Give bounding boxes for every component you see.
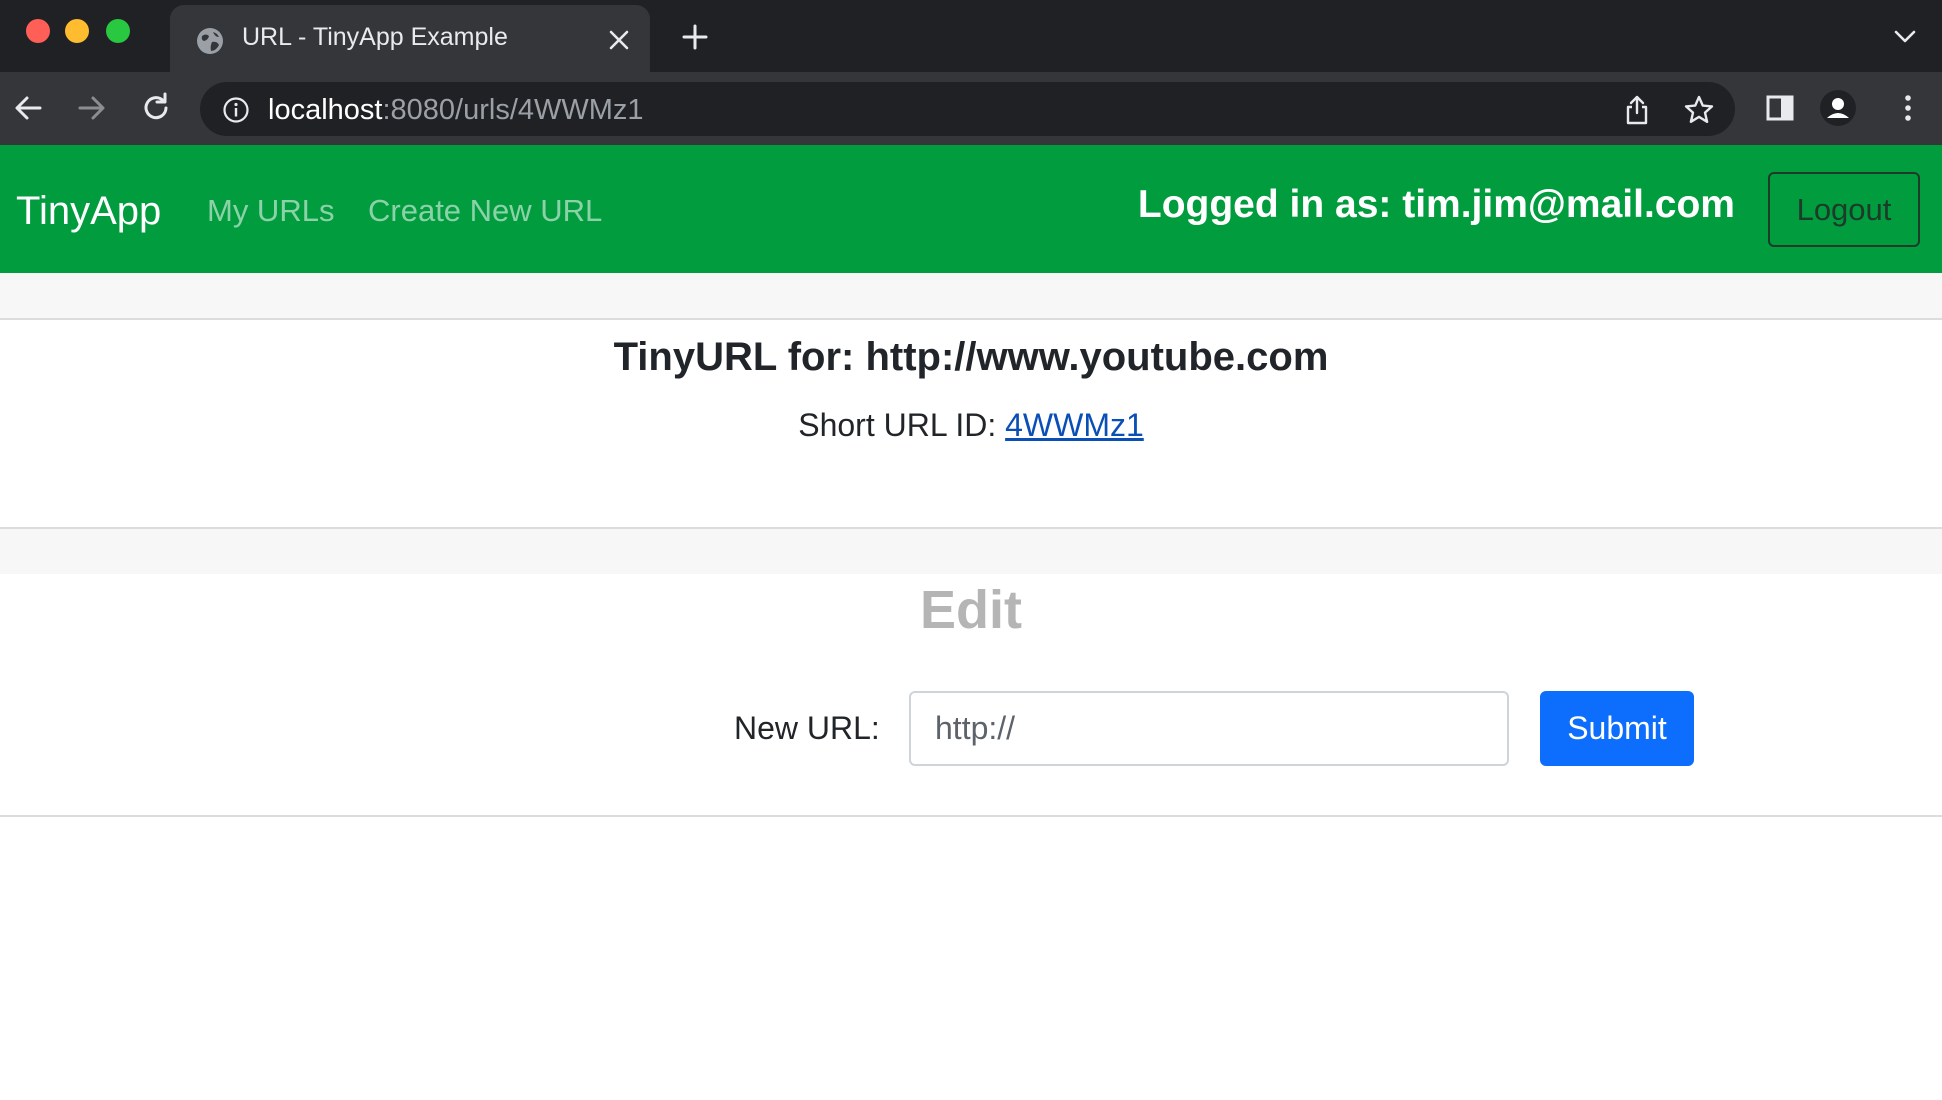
close-icon[interactable] <box>606 27 632 53</box>
short-url-id-row: Short URL ID: 4WWMz1 <box>0 407 1942 444</box>
maximize-window-button[interactable] <box>106 19 130 43</box>
chevron-down-icon[interactable] <box>1892 26 1918 46</box>
new-url-label: New URL: <box>734 710 880 746</box>
url-host: localhost <box>268 94 383 126</box>
browser-toolbar: localhost:8080/urls/4WWMz1 <box>0 72 1942 145</box>
brand-link[interactable]: TinyApp <box>16 189 161 234</box>
tab-title: URL - TinyApp Example <box>242 23 508 51</box>
card-footer-band <box>0 527 1942 574</box>
submit-button[interactable]: Submit <box>1540 691 1694 766</box>
reload-icon[interactable] <box>138 90 174 126</box>
globe-icon <box>197 28 223 54</box>
profile-icon[interactable] <box>1820 90 1856 126</box>
edit-heading: Edit <box>920 580 1022 640</box>
kebab-menu-icon[interactable] <box>1890 90 1926 126</box>
url-path: :8080/urls/4WWMz1 <box>382 94 644 126</box>
logout-button[interactable]: Logout <box>1768 172 1920 247</box>
short-url-id-label: Short URL ID: <box>798 407 997 443</box>
browser-tab-strip: URL - TinyApp Example <box>0 0 1942 72</box>
back-arrow-icon[interactable] <box>10 90 46 126</box>
side-panel-icon[interactable] <box>1762 90 1798 126</box>
forward-arrow-icon[interactable] <box>74 90 110 126</box>
address-bar[interactable]: localhost:8080/urls/4WWMz1 <box>200 82 1735 136</box>
divider <box>0 815 1942 817</box>
new-url-input[interactable] <box>909 691 1509 766</box>
nav-link-create-new-url[interactable]: Create New URL <box>368 193 602 229</box>
share-icon[interactable] <box>1622 94 1652 126</box>
nav-link-my-urls[interactable]: My URLs <box>207 193 334 229</box>
minimize-window-button[interactable] <box>65 19 89 43</box>
address-bar-url[interactable]: localhost:8080/urls/4WWMz1 <box>268 94 644 127</box>
browser-tab-active[interactable]: URL - TinyApp Example <box>170 5 650 72</box>
star-icon[interactable] <box>1683 94 1715 126</box>
card-header-band <box>0 273 1942 320</box>
close-window-button[interactable] <box>26 19 50 43</box>
summary-title: TinyURL for: http://www.youtube.com <box>613 335 1329 379</box>
logged-in-status: Logged in as: tim.jim@mail.com <box>1137 183 1735 226</box>
info-icon[interactable] <box>222 96 250 124</box>
short-url-id-link[interactable]: 4WWMz1 <box>1005 407 1144 443</box>
page-content: TinyApp My URLs Create New URL Logged in… <box>0 145 1942 1100</box>
app-navbar: TinyApp My URLs Create New URL Logged in… <box>0 145 1942 273</box>
plus-icon[interactable] <box>680 22 710 52</box>
